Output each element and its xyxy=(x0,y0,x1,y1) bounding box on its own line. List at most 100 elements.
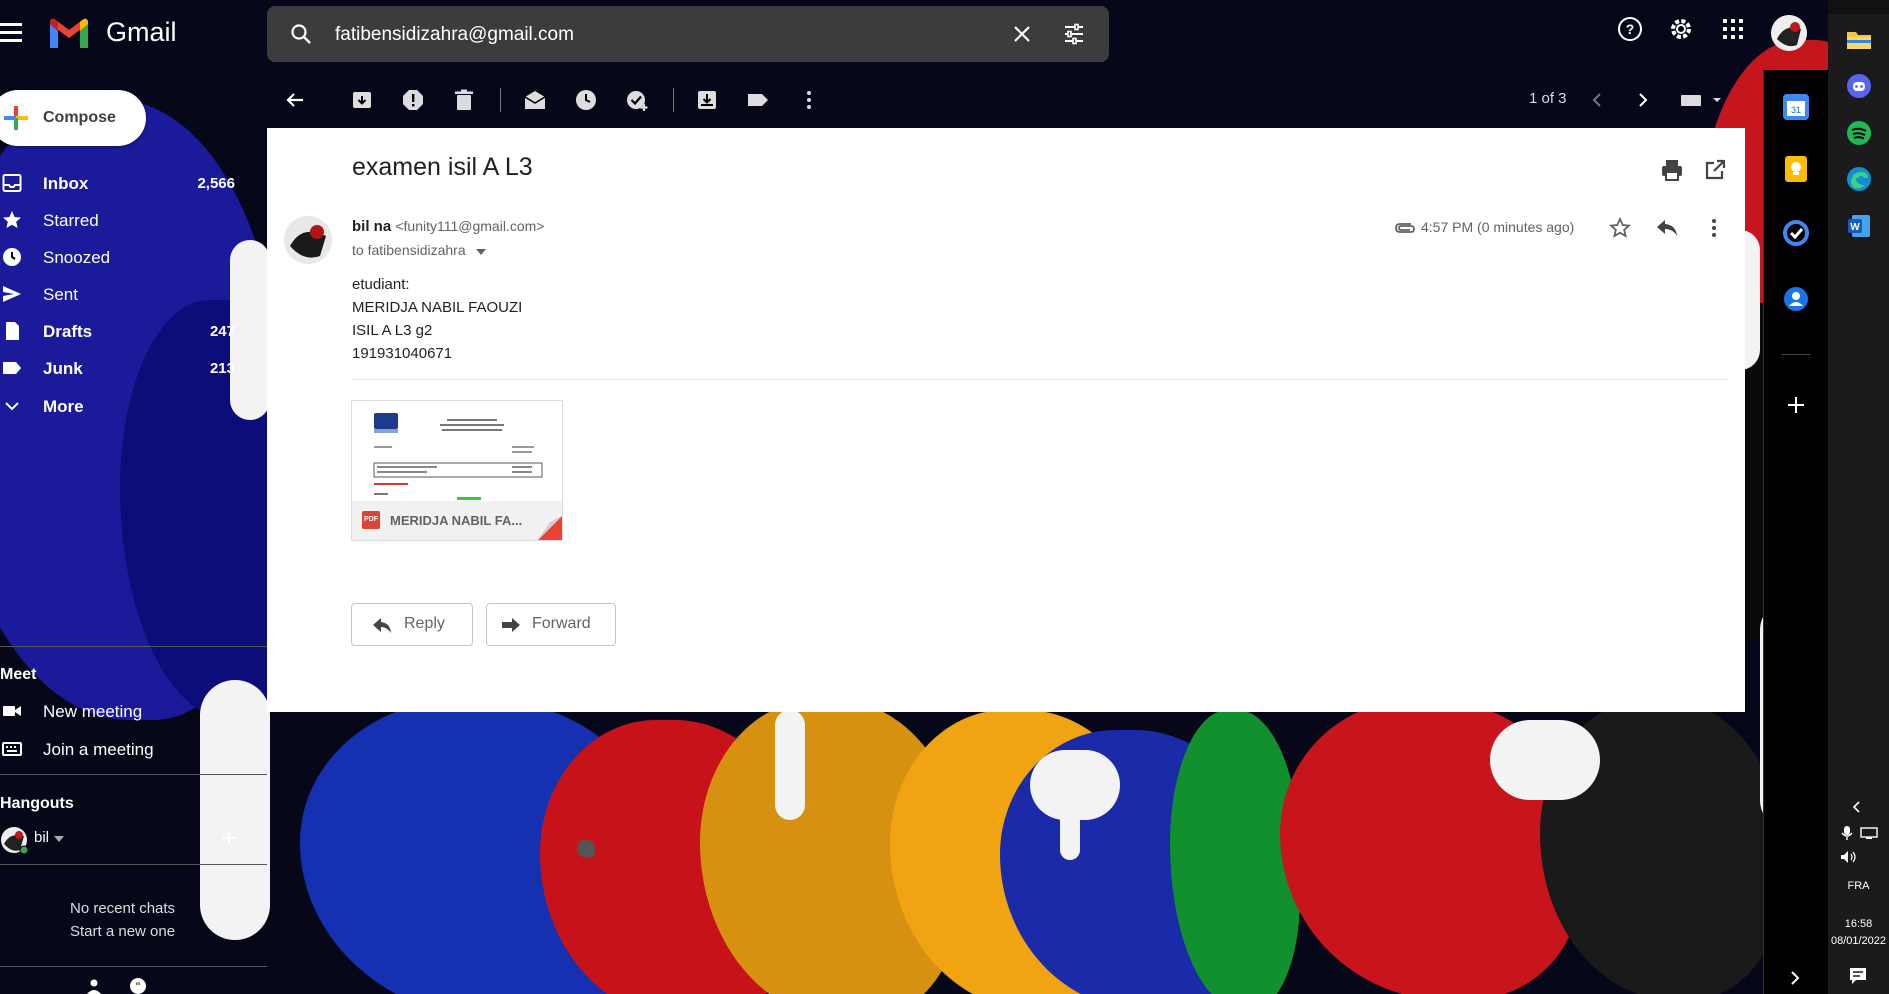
hide-side-panel-chevron-icon[interactable] xyxy=(1787,970,1803,986)
star-outline-icon[interactable] xyxy=(1609,217,1631,239)
svg-text:W: W xyxy=(1850,222,1860,233)
attachments-divider xyxy=(352,379,1728,380)
search-options-icon[interactable] xyxy=(1062,22,1086,46)
forward-button[interactable]: Forward xyxy=(486,603,616,646)
print-icon[interactable] xyxy=(1660,158,1684,182)
network-icon[interactable] xyxy=(1860,826,1878,840)
app-name: Gmail xyxy=(106,17,177,47)
message-toolbar: 1 of 3 xyxy=(267,78,1747,120)
word-icon[interactable]: W xyxy=(1846,213,1872,239)
pagination-text: 1 of 3 xyxy=(1529,90,1567,107)
svg-text:": " xyxy=(136,980,140,994)
no-chats-message: No recent chats Start a new one xyxy=(70,897,175,943)
keyboard-icon xyxy=(2,742,22,756)
main-menu-icon[interactable] xyxy=(0,23,24,43)
open-new-window-icon[interactable] xyxy=(1703,158,1727,182)
sidebar-item-drafts[interactable]: Drafts 247 xyxy=(0,315,250,347)
newer-chevron-left-icon[interactable] xyxy=(1585,88,1609,112)
dropdown-arrow-icon[interactable] xyxy=(54,836,64,842)
older-chevron-right-icon[interactable] xyxy=(1631,88,1655,112)
pdf-attachment-card[interactable]: PDF MERIDJA NABIL FA... xyxy=(351,400,563,541)
keep-notes-icon[interactable] xyxy=(1783,156,1809,182)
add-chat-icon[interactable] xyxy=(221,830,237,846)
sender-name[interactable]: bil na xyxy=(352,218,391,235)
more-vertical-icon[interactable] xyxy=(797,88,821,112)
message-view: examen isil A L3 bil na <funity111@gmail… xyxy=(267,128,1745,712)
start-new-chat-link[interactable]: Start a new one xyxy=(70,920,175,943)
recipient-text: to fatibensidizahra xyxy=(352,242,466,258)
volume-speaker-icon[interactable] xyxy=(1840,850,1858,864)
add-to-tasks-icon[interactable] xyxy=(625,88,649,112)
search-icon[interactable] xyxy=(289,22,313,46)
body-line: 191931040671 xyxy=(352,345,453,362)
toolbar-divider xyxy=(673,88,674,112)
side-panel: 31 xyxy=(1763,70,1828,994)
search-bar[interactable] xyxy=(267,6,1109,62)
side-panel-divider xyxy=(1781,354,1811,355)
move-to-icon[interactable] xyxy=(695,88,719,112)
body-line: etudiant: xyxy=(352,276,410,293)
new-meeting-button[interactable]: New meeting xyxy=(0,695,250,727)
tasks-icon[interactable] xyxy=(1783,220,1809,246)
label-icon[interactable] xyxy=(746,88,770,112)
inbox-icon xyxy=(2,174,22,192)
svg-text:?: ? xyxy=(1626,21,1635,37)
clock-date[interactable]: 08/01/2022 xyxy=(1828,935,1889,947)
archive-icon[interactable] xyxy=(350,88,374,112)
sidebar-item-label: Sent xyxy=(43,285,78,304)
mark-unread-icon[interactable] xyxy=(523,88,547,112)
sidebar-divider xyxy=(0,864,267,865)
show-hidden-icons-chevron-icon[interactable] xyxy=(1850,800,1864,814)
hangouts-user-item[interactable]: bil xyxy=(0,826,250,858)
sidebar-item-more[interactable]: More xyxy=(0,390,250,422)
compose-button[interactable]: Compose xyxy=(0,90,146,146)
sidebar-item-inbox[interactable]: Inbox 2,566 xyxy=(0,167,250,199)
chevron-down-icon xyxy=(5,402,19,411)
input-tools-keyboard-icon[interactable] xyxy=(1679,88,1723,112)
sidebar-item-snoozed[interactable]: Snoozed xyxy=(0,241,250,273)
join-meeting-button[interactable]: Join a meeting xyxy=(0,733,250,765)
hangouts-header: Hangouts xyxy=(0,795,74,812)
help-icon[interactable]: ? xyxy=(1617,16,1643,42)
report-spam-icon[interactable] xyxy=(401,88,425,112)
back-arrow-icon[interactable] xyxy=(283,88,307,112)
show-details-arrow-icon[interactable] xyxy=(475,249,486,255)
sidebar-item-junk[interactable]: Junk 213 xyxy=(0,352,250,384)
more-options-icon[interactable] xyxy=(1703,217,1725,239)
star-icon xyxy=(3,211,21,228)
body-line: MERIDJA NABIL FAOUZI xyxy=(352,299,523,316)
get-addons-plus-icon[interactable] xyxy=(1786,395,1806,415)
clear-search-icon[interactable] xyxy=(1010,22,1034,46)
sidebar-item-label: Snoozed xyxy=(43,248,111,267)
new-meeting-label: New meeting xyxy=(43,702,143,721)
no-recent-chats-text: No recent chats xyxy=(70,900,176,917)
contacts-icon[interactable] xyxy=(86,978,102,994)
notifications-icon[interactable] xyxy=(1848,966,1868,986)
discord-icon[interactable] xyxy=(1846,73,1872,99)
draft-count: 247 xyxy=(209,323,235,340)
calendar-icon[interactable]: 31 xyxy=(1783,94,1809,120)
delete-trash-icon[interactable] xyxy=(452,88,476,112)
clock-time[interactable]: 16:58 xyxy=(1828,918,1889,930)
reply-button[interactable]: Reply xyxy=(351,603,473,646)
microphone-icon[interactable] xyxy=(1840,825,1854,841)
spotify-icon[interactable] xyxy=(1846,120,1872,146)
search-input[interactable] xyxy=(333,18,987,52)
top-bar: Gmail ? xyxy=(0,0,1828,70)
sidebar-item-label: Drafts xyxy=(43,322,93,341)
sidebar-item-label: More xyxy=(43,397,84,416)
compose-label: Compose xyxy=(43,109,116,126)
reply-icon[interactable] xyxy=(1655,217,1679,239)
settings-gear-icon[interactable] xyxy=(1668,16,1694,42)
apps-grid-icon[interactable] xyxy=(1720,16,1746,42)
sidebar-item-sent[interactable]: Sent xyxy=(0,278,250,310)
contacts-person-icon[interactable] xyxy=(1783,286,1809,312)
attachment-filename: MERIDJA NABIL FA... xyxy=(390,513,523,528)
input-language[interactable]: FRA xyxy=(1828,880,1889,892)
chat-quote-icon[interactable]: " xyxy=(130,978,146,994)
sidebar-item-starred[interactable]: Starred xyxy=(0,204,250,236)
edge-browser-icon[interactable] xyxy=(1846,166,1872,192)
account-avatar[interactable] xyxy=(1771,15,1807,51)
snooze-clock-icon[interactable] xyxy=(574,88,598,112)
file-explorer-icon[interactable] xyxy=(1846,26,1872,52)
